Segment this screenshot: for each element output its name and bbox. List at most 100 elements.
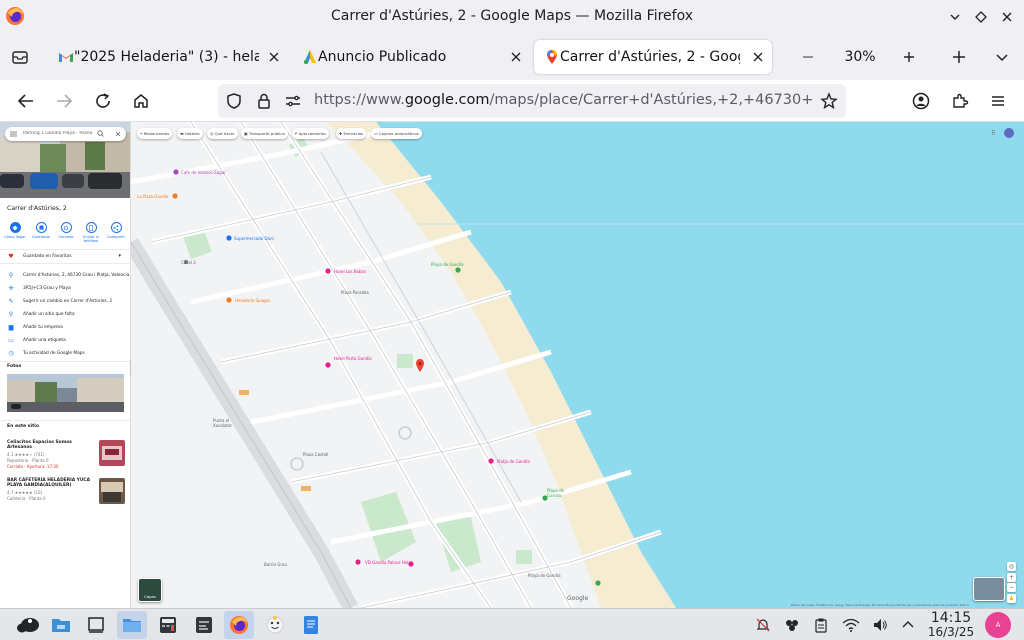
wifi-icon[interactable] <box>841 615 861 635</box>
saved-button[interactable]: Guardado <box>29 222 53 239</box>
tab-overview-button[interactable] <box>9 46 31 68</box>
place-card[interactable]: Celiacitos Espacios Somos Artesanos 4,1 … <box>7 440 95 469</box>
taskbar-messenger[interactable] <box>260 611 290 639</box>
bluetooth-devices-icon[interactable] <box>782 615 802 635</box>
chip-atms[interactable]: ▭ Cajeros automáticos <box>371 128 422 139</box>
extensions-button[interactable] <box>949 90 971 112</box>
account-button[interactable] <box>910 90 932 112</box>
list-all-tabs-button[interactable] <box>991 46 1013 68</box>
search-icon[interactable] <box>97 130 104 137</box>
star-icon[interactable] <box>820 92 838 110</box>
map-label[interactable]: Playa de Gandía <box>528 573 561 578</box>
url-bar[interactable]: https://www.google.com/maps/place/Carrer… <box>218 84 846 118</box>
my-location-button[interactable]: ◎ <box>1007 562 1016 571</box>
taskbar-files[interactable] <box>46 611 76 639</box>
street-view-thumbnail[interactable] <box>973 577 1005 601</box>
hamburger-icon[interactable] <box>10 131 17 137</box>
map-label[interactable]: Punta el Xocolater <box>213 418 247 428</box>
zoom-in-button[interactable] <box>898 46 920 68</box>
taskbar-calculator[interactable] <box>153 611 183 639</box>
map-label[interactable]: Hotel Los Bobos <box>334 269 366 274</box>
layers-button[interactable]: Capas <box>138 578 162 602</box>
zoom-level[interactable]: 30% <box>838 46 882 68</box>
place-thumbnail[interactable] <box>99 478 125 504</box>
account-avatar[interactable] <box>1004 128 1014 138</box>
zoom-in-map-button[interactable]: + <box>1007 573 1016 582</box>
map-label[interactable]: Casal 3 <box>181 260 196 265</box>
chip-hotels[interactable]: ▬ Hoteles <box>177 128 203 139</box>
tab-gmail[interactable]: "2025 Heladeria" (3) - helad <box>48 40 288 74</box>
forward-button[interactable] <box>53 90 75 112</box>
maximize-button[interactable] <box>970 6 992 28</box>
chip-things-to-do[interactable]: ◎ Qué hacer <box>207 128 238 139</box>
back-button[interactable] <box>15 90 37 112</box>
zoom-out-map-button[interactable]: − <box>1007 583 1016 592</box>
chip-parking[interactable]: P Aparcamiento <box>292 128 329 139</box>
info-row-add-place[interactable]: ⚲ Añadir un sitio que falta <box>0 308 130 320</box>
lock-icon[interactable] <box>255 92 273 110</box>
pegman-button[interactable]: ♟ <box>1007 594 1016 603</box>
taskbar-system-monitor[interactable] <box>189 611 219 639</box>
clipboard-icon[interactable] <box>811 615 831 635</box>
map-label[interactable]: Supermercado Dani <box>234 236 274 241</box>
clock[interactable]: 14:15 16/3/25 <box>924 611 978 639</box>
map-canvas[interactable]: Google Cafe de Velasco Sugar La Pizza Ga… <box>131 122 1024 608</box>
taskbar-documents[interactable] <box>296 611 326 639</box>
taskbar-file-manager[interactable] <box>117 611 147 639</box>
map-label[interactable]: Barrio Grau <box>264 562 287 567</box>
tab-anuncio[interactable]: Anuncio Publicado <box>292 40 530 74</box>
info-row-activity[interactable]: ◷ Tu actividad de Google Maps <box>0 347 130 359</box>
map-label[interactable]: Playa de Gandía <box>547 488 579 498</box>
shield-icon[interactable] <box>225 92 243 110</box>
saved-in-favorites-row[interactable]: ♥ Guardado en Favoritos ▾ <box>0 250 130 262</box>
info-row-add-label[interactable]: ▭ Añadir una etiqueta <box>0 334 130 346</box>
map-label[interactable]: Hotel Porta Gandía <box>334 356 374 361</box>
apps-grid-icon[interactable]: ⠿ <box>991 130 995 137</box>
share-button[interactable]: Compartir <box>104 222 128 239</box>
map-label[interactable]: La Pizza Gandía <box>137 194 169 199</box>
chip-transit[interactable]: ▣ Transporte público <box>241 128 288 139</box>
map-label[interactable]: VD Gandía Palace Hotel <box>365 560 412 565</box>
user-avatar[interactable]: A <box>985 612 1011 638</box>
search-box[interactable]: Parking 1 Gandía Playa - Paseo <box>5 127 126 141</box>
home-button[interactable] <box>130 90 152 112</box>
info-row-add-business[interactable]: ▆ Añadir tu empresa <box>0 321 130 333</box>
zoom-out-button[interactable] <box>798 46 818 68</box>
map-label[interactable]: Playa de Gandía <box>431 262 464 267</box>
tab-close-button[interactable] <box>266 49 282 65</box>
tab-close-button[interactable] <box>750 49 766 65</box>
tray-expand-icon[interactable] <box>898 615 918 635</box>
close-icon[interactable] <box>115 131 121 137</box>
new-tab-button[interactable] <box>948 46 970 68</box>
chip-pharmacies[interactable]: ✚ Farmacias <box>336 128 367 139</box>
place-card[interactable]: BAR CAFETERIA HELADERIA YUCA PLAYA GANDI… <box>7 478 95 501</box>
url-text[interactable]: https://www.google.com/maps/place/Carrer… <box>314 92 814 108</box>
info-row-pluscode[interactable]: ✣ 3R5J+C3 Grau y Playa <box>0 282 130 294</box>
map-label[interactable]: Cafe de Velasco Sugar <box>181 170 226 175</box>
nearby-button[interactable]: Cercano <box>54 222 78 239</box>
notifications-muted-icon[interactable] <box>753 615 773 635</box>
volume-icon[interactable] <box>870 615 890 635</box>
app-launcher-button[interactable] <box>13 611 43 639</box>
info-row-suggest-edit[interactable]: ✎ Sugerir un cambio en Carrer d'Astúries,… <box>0 295 130 307</box>
search-input[interactable]: Parking 1 Gandía Playa - Paseo <box>23 131 93 136</box>
map-label[interactable]: Plaza Paralela <box>341 290 369 295</box>
directions-button[interactable]: Cómo llegar <box>3 222 27 239</box>
map-label[interactable]: Plaza Castell <box>303 452 328 457</box>
send-to-phone-button[interactable]: Enviar al teléfono <box>79 222 103 243</box>
tab-google-maps[interactable]: Carrer d'Astúries, 2 - Googl <box>534 40 772 74</box>
info-row-address[interactable]: ⚲ Carrer d'Astúries, 2, 46730 Grau i Plat… <box>0 269 130 281</box>
map-label[interactable]: Platja de Gandía <box>497 459 530 464</box>
permissions-icon[interactable] <box>284 92 302 110</box>
photos-thumbnail[interactable] <box>7 374 124 412</box>
map-tiles[interactable]: Google <box>131 122 1024 608</box>
map-label[interactable]: Heladería Spagon <box>235 298 271 303</box>
chip-restaurants[interactable]: ⑂ Restaurantes <box>137 128 173 139</box>
taskbar-desktop[interactable] <box>81 611 111 639</box>
close-window-button[interactable] <box>996 6 1018 28</box>
menu-button[interactable] <box>987 90 1009 112</box>
minimize-button[interactable] <box>944 6 966 28</box>
taskbar-firefox[interactable] <box>224 611 254 639</box>
reload-button[interactable] <box>92 90 114 112</box>
tab-close-button[interactable] <box>508 49 524 65</box>
